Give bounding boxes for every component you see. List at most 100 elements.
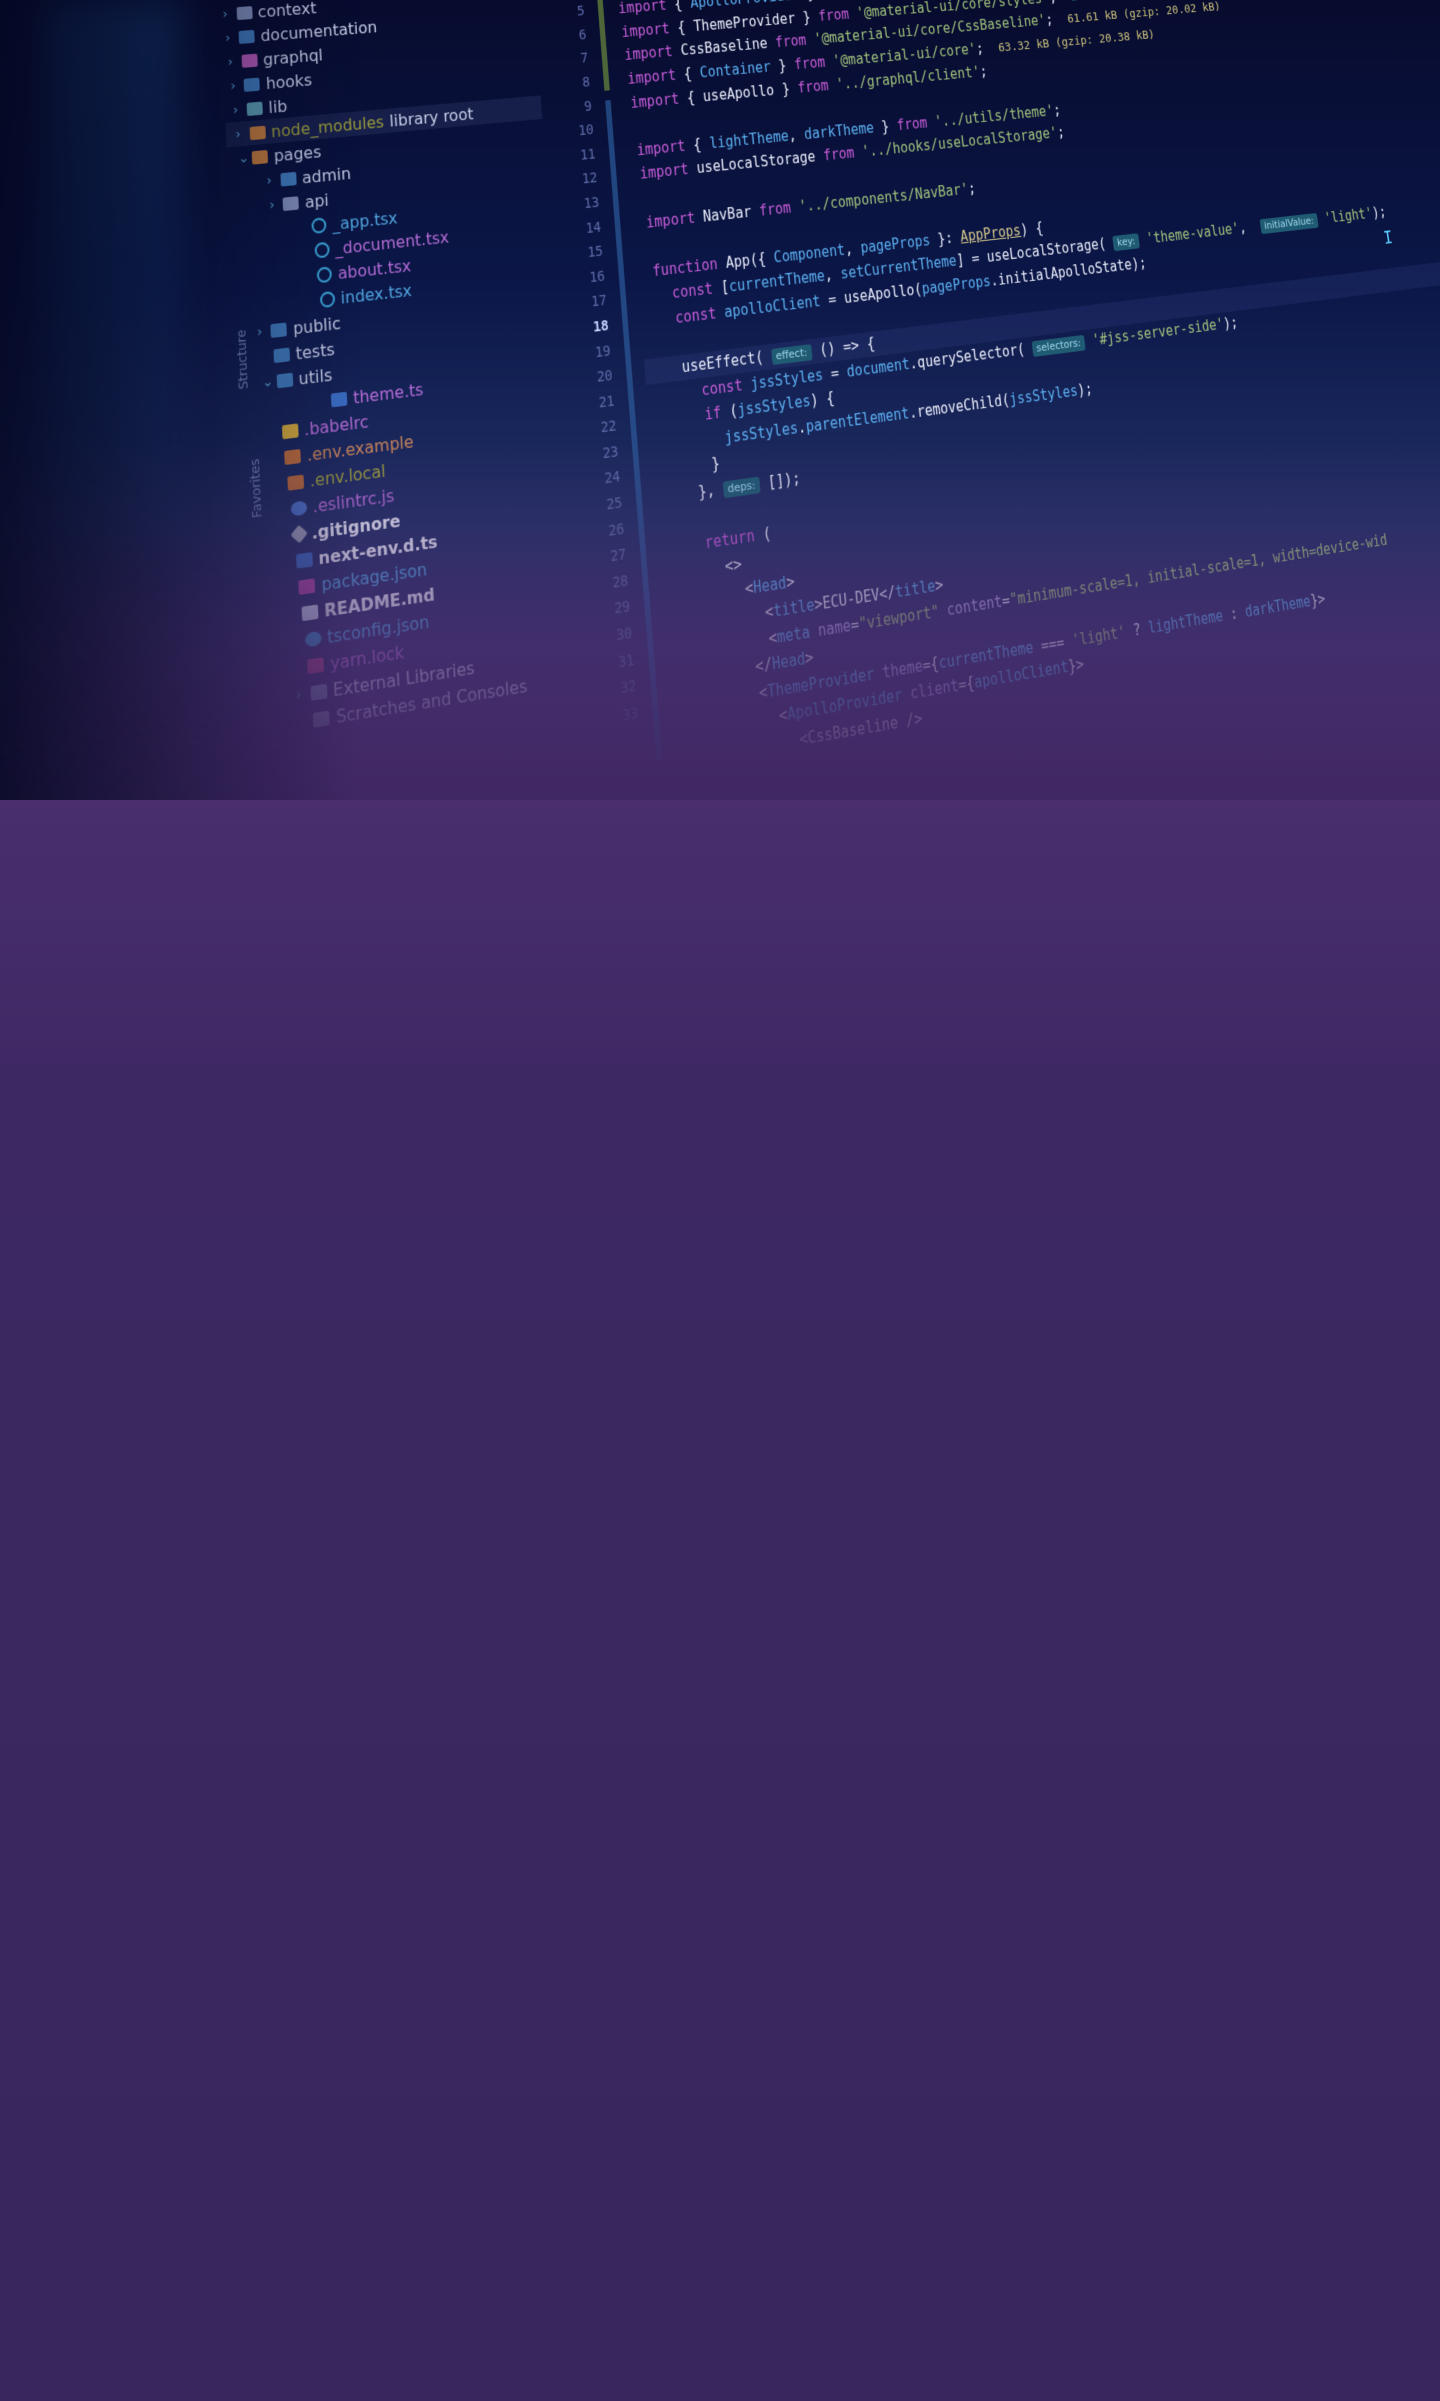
file-babel-icon bbox=[281, 422, 299, 439]
line-number[interactable]: 33 bbox=[599, 700, 639, 733]
code-token: title bbox=[894, 576, 937, 602]
line-number[interactable]: 15 bbox=[565, 240, 604, 269]
favorites-tab[interactable]: Favorites bbox=[248, 458, 265, 519]
folder-blue-icon bbox=[243, 77, 261, 92]
code-token: ; bbox=[1044, 10, 1069, 29]
line-number[interactable]: 8 bbox=[553, 71, 591, 98]
code-token: { bbox=[673, 0, 691, 13]
chevron-right-icon[interactable]: › bbox=[222, 6, 236, 22]
code-token: > bbox=[934, 575, 945, 596]
code-token: Head bbox=[771, 649, 807, 674]
ide-screenshot: ›components›context›documentation›graphq… bbox=[0, 0, 1440, 800]
line-number[interactable]: 12 bbox=[560, 167, 599, 195]
code-token: Head bbox=[752, 573, 788, 598]
line-number[interactable]: 9 bbox=[555, 94, 593, 121]
code-token: { bbox=[692, 134, 711, 154]
code-token: }> bbox=[1309, 589, 1327, 610]
code-token: ={ bbox=[921, 653, 940, 676]
ide-window: ›components›context›documentation›graphq… bbox=[200, 0, 1440, 800]
file-git-icon bbox=[290, 524, 308, 544]
chevron-right-icon[interactable]: › bbox=[269, 196, 284, 213]
chevron-right-icon[interactable]: › bbox=[225, 30, 239, 45]
code-token: pageProps bbox=[920, 272, 992, 298]
code-token: title bbox=[772, 595, 816, 621]
page: ›components›context›documentation›graphq… bbox=[0, 0, 1440, 2401]
react-icon bbox=[319, 290, 336, 308]
chevron-down-icon[interactable]: ⌄ bbox=[262, 373, 277, 390]
code-token: ( bbox=[762, 524, 772, 545]
code-token: import bbox=[636, 136, 695, 159]
chevron-right-icon[interactable]: › bbox=[228, 53, 242, 69]
code-token: if bbox=[670, 402, 731, 429]
code-token: }: bbox=[929, 228, 962, 249]
chevron-down-icon[interactable]: ⌄ bbox=[238, 150, 253, 166]
code-token: import bbox=[626, 65, 685, 88]
chevron-right-icon[interactable]: › bbox=[257, 323, 272, 340]
code-token: } bbox=[872, 116, 898, 137]
scratch-icon bbox=[313, 709, 331, 728]
parameter-hint-badge: key: bbox=[1112, 233, 1141, 252]
tree-item-label: context bbox=[257, 0, 317, 22]
tree-item-label: api bbox=[304, 189, 330, 212]
code-token: === bbox=[1032, 631, 1074, 657]
code-token: : bbox=[1221, 602, 1247, 625]
parameter-hint-badge: initialValue: bbox=[1259, 213, 1319, 235]
code-token: meta bbox=[776, 621, 819, 647]
file-eslint-icon bbox=[290, 499, 307, 517]
code-token: from bbox=[822, 143, 863, 165]
chevron-right-icon[interactable]: › bbox=[230, 77, 244, 94]
code-token: }, bbox=[680, 479, 724, 505]
structure-tab[interactable]: Structure bbox=[234, 329, 251, 390]
line-number[interactable]: 10 bbox=[556, 118, 595, 145]
chevron-right-icon[interactable]: › bbox=[296, 685, 311, 704]
tree-item-label: graphql bbox=[262, 44, 324, 69]
code-token: , bbox=[1238, 217, 1262, 237]
file-json-icon bbox=[298, 577, 316, 595]
code-token: <> bbox=[690, 554, 743, 582]
code-token: }> bbox=[1067, 655, 1085, 677]
react-icon bbox=[316, 265, 333, 283]
tree-item-label: public bbox=[292, 312, 342, 339]
code-token: from bbox=[758, 197, 800, 220]
code-token: darkTheme bbox=[803, 119, 875, 143]
code-token: , bbox=[787, 125, 806, 145]
chevron-right-icon[interactable]: › bbox=[235, 126, 250, 142]
tree-item-label: utils bbox=[298, 364, 333, 389]
line-number[interactable]: 18 bbox=[571, 314, 610, 343]
code-token: { bbox=[683, 64, 701, 83]
line-number[interactable]: 13 bbox=[562, 191, 601, 219]
code-token: document bbox=[845, 354, 911, 381]
line-number[interactable]: 11 bbox=[558, 142, 597, 170]
chevron-right-icon[interactable]: › bbox=[266, 172, 281, 189]
code-token: from bbox=[774, 31, 815, 52]
code-token: from bbox=[822, 0, 862, 1]
code-token: from bbox=[796, 75, 838, 97]
tree-item-label: admin bbox=[301, 163, 352, 188]
code-token: const bbox=[654, 278, 722, 305]
code-token: Container bbox=[699, 58, 772, 82]
code-token: ) { bbox=[1019, 218, 1045, 239]
line-number[interactable]: 5 bbox=[548, 0, 586, 26]
folder-lib-icon bbox=[246, 101, 263, 116]
code-token: NavBar bbox=[702, 201, 760, 226]
line-number[interactable]: 6 bbox=[549, 23, 587, 50]
file-md-icon bbox=[301, 603, 319, 621]
file-ts-icon bbox=[295, 551, 313, 569]
code-token: ; bbox=[1052, 101, 1062, 119]
file-env-icon bbox=[287, 474, 305, 491]
line-number[interactable]: 7 bbox=[551, 47, 589, 74]
tree-item-label: pages bbox=[273, 141, 322, 166]
code-token: ; bbox=[967, 179, 977, 198]
folder-icon bbox=[236, 5, 253, 20]
chevron-right-icon[interactable]: › bbox=[233, 101, 247, 118]
code-editor[interactable]: import Head from 'next/head';import type… bbox=[611, 0, 1440, 775]
